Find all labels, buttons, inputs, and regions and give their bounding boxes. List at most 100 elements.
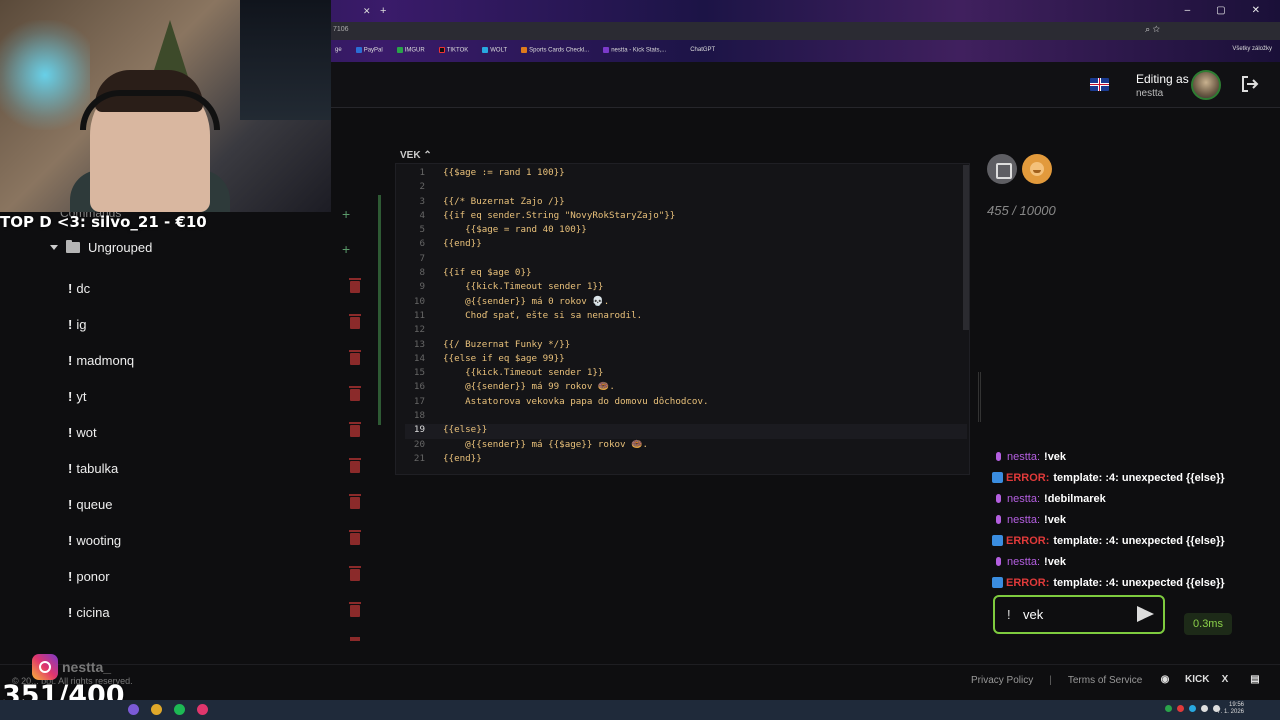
chrome-icon[interactable] bbox=[151, 704, 162, 715]
line-number: 1 bbox=[419, 167, 425, 178]
list-item[interactable]: ! wooting bbox=[68, 522, 368, 558]
editor-tab-label: VEK bbox=[400, 150, 421, 161]
all-bookmarks[interactable]: Všetky záložky bbox=[1232, 46, 1272, 52]
new-tab-icon[interactable]: + bbox=[380, 5, 386, 17]
code-line[interactable]: 8 {{if eq $age 0}} bbox=[405, 267, 967, 281]
folder-icon bbox=[66, 240, 80, 253]
add-to-group-icon[interactable]: + bbox=[342, 241, 350, 257]
command-name: dc bbox=[76, 280, 91, 296]
list-item[interactable]: ! yt bbox=[68, 378, 368, 414]
code-line[interactable]: 10 @{{sender}} má 0 rokov 💀. bbox=[405, 296, 967, 310]
code-line[interactable]: 15 {{kick.Timeout sender 1}} bbox=[405, 367, 967, 381]
code-line[interactable]: 18 bbox=[405, 410, 967, 424]
trash-icon[interactable] bbox=[349, 350, 361, 365]
bookmark[interactable]: WOLT bbox=[482, 46, 507, 53]
trash-icon[interactable] bbox=[349, 602, 361, 617]
code-line[interactable]: 14 {{else if eq $age 99}} bbox=[405, 353, 967, 367]
message-author[interactable]: nestta: bbox=[1007, 451, 1040, 463]
line-number: 12 bbox=[413, 324, 425, 336]
bookmark[interactable]: Sports Cards Checkl... bbox=[521, 46, 589, 53]
bookmark[interactable]: ge bbox=[335, 47, 342, 53]
list-item[interactable]: ! dc bbox=[68, 270, 368, 306]
tray-icon[interactable] bbox=[1177, 705, 1184, 712]
trash-icon[interactable] bbox=[349, 278, 361, 293]
kick-icon[interactable]: KICK bbox=[1185, 672, 1209, 688]
docs-icon[interactable]: ▤ bbox=[1245, 672, 1265, 688]
maximize-icon[interactable]: ▢ bbox=[1216, 5, 1225, 16]
code-line[interactable]: 16 @{{sender}} má 99 rokov 🍩. bbox=[405, 381, 967, 395]
bookmark[interactable]: IMGUR bbox=[396, 46, 425, 53]
privacy-link[interactable]: Privacy Policy bbox=[971, 675, 1033, 686]
address-bar[interactable] bbox=[331, 22, 1280, 40]
code-line[interactable]: 5 {{$age = rand 40 100}} bbox=[405, 224, 967, 238]
trash-icon[interactable] bbox=[349, 494, 361, 509]
emoji-button[interactable] bbox=[1022, 154, 1052, 184]
code-lines[interactable]: 1 {{$age := rand 1 100}} 2 3 {{/* Buzernat Z… bbox=[405, 167, 967, 467]
editor-scrollbar[interactable] bbox=[963, 165, 969, 330]
code-line[interactable]: 20 @{{sender}} má {{$age}} rokov 🍩. bbox=[405, 439, 967, 453]
panel-splitter[interactable] bbox=[978, 372, 981, 422]
save-button[interactable] bbox=[987, 154, 1017, 184]
list-item[interactable]: ! ponor bbox=[68, 558, 368, 594]
add-command-icon[interactable]: + bbox=[342, 206, 350, 222]
discord-icon[interactable]: ◉ bbox=[1155, 672, 1175, 688]
wolt-icon bbox=[482, 46, 489, 53]
code-line[interactable]: 13 {{/ Buzernat Funky */}} bbox=[405, 339, 967, 353]
terms-link[interactable]: Terms of Service bbox=[1068, 675, 1142, 686]
chevron-up-icon[interactable]: ⌃ bbox=[423, 150, 431, 161]
trash-icon[interactable] bbox=[349, 386, 361, 401]
list-item[interactable]: ! madmonq bbox=[68, 342, 368, 378]
code-line[interactable]: 2 bbox=[405, 181, 967, 195]
chat-message: ERROR: template: :4: unexpected {{else}} bbox=[992, 530, 1272, 551]
group-header[interactable]: Ungrouped bbox=[50, 240, 152, 255]
code-line[interactable]: 3 {{/* Buzernat Zajo /}} bbox=[405, 196, 967, 210]
code-line[interactable]: 12 bbox=[405, 324, 967, 338]
list-item[interactable]: ! ig bbox=[68, 306, 368, 342]
list-item[interactable]: ! cicina bbox=[68, 594, 368, 630]
trash-icon[interactable] bbox=[349, 566, 361, 581]
list-item[interactable]: ! wot bbox=[68, 414, 368, 450]
code-line[interactable]: 19 {{else}} bbox=[405, 424, 967, 439]
bookmark[interactable]: TIKTOK bbox=[438, 46, 468, 53]
code-line[interactable]: 9 {{kick.Timeout sender 1}} bbox=[405, 281, 967, 295]
trash-icon[interactable] bbox=[349, 530, 361, 545]
code-line[interactable]: 7 bbox=[405, 253, 967, 267]
list-item[interactable]: ! queue bbox=[68, 486, 368, 522]
x-icon[interactable]: X bbox=[1215, 672, 1235, 688]
trash-icon[interactable] bbox=[349, 314, 361, 329]
app-icon[interactable] bbox=[128, 704, 139, 715]
message-author[interactable]: nestta: bbox=[1007, 514, 1040, 526]
editor-tab[interactable]: VEK ⌃ bbox=[400, 150, 470, 164]
bookmark[interactable]: nestta - Kick Stats,... bbox=[603, 46, 666, 53]
address-bar-icons[interactable]: ⌕ ☆ bbox=[1145, 24, 1160, 35]
message-author[interactable]: nestta: bbox=[1007, 493, 1040, 505]
trash-icon[interactable] bbox=[349, 458, 361, 473]
tray-icon[interactable] bbox=[1189, 705, 1196, 712]
code-line[interactable]: 6 {{end}} bbox=[405, 238, 967, 252]
bookmark[interactable]: ChatGPT bbox=[690, 47, 715, 53]
code-line[interactable]: 21 {{end}} bbox=[405, 453, 967, 467]
trash-icon[interactable] bbox=[349, 422, 361, 437]
code-line[interactable]: 1 {{$age := rand 1 100}} bbox=[405, 167, 967, 181]
bookmark[interactable]: PayPal bbox=[355, 46, 383, 53]
code-line[interactable]: 11 Choď spať, ešte si sa nenarodil. bbox=[405, 310, 967, 324]
close-window-icon[interactable]: ✕ bbox=[1252, 5, 1260, 16]
uk-flag-icon[interactable] bbox=[1090, 78, 1109, 91]
clock[interactable]: 19:56 7. 1. 2026 bbox=[1217, 702, 1244, 716]
avatar[interactable] bbox=[1191, 70, 1221, 100]
code-line[interactable]: 17 Astatorova vekovka papa do domovu dôc… bbox=[405, 396, 967, 410]
message-author[interactable]: nestta: bbox=[1007, 556, 1040, 568]
kick-stats-icon bbox=[603, 46, 610, 53]
logout-icon[interactable] bbox=[1240, 74, 1260, 94]
send-icon[interactable] bbox=[1137, 606, 1154, 622]
list-item[interactable]: ! tabulka bbox=[68, 450, 368, 486]
input-value[interactable]: vek bbox=[1023, 607, 1043, 622]
spotify-icon[interactable] bbox=[174, 704, 185, 715]
minimize-icon[interactable]: – bbox=[1185, 5, 1191, 16]
app-icon[interactable] bbox=[197, 704, 208, 715]
code-text: @{{sender}} má {{$age}} rokov 🍩. bbox=[443, 438, 649, 450]
tray-icon[interactable] bbox=[1201, 705, 1208, 712]
code-line[interactable]: 4 {{if eq sender.String "NovyRokStaryZajo… bbox=[405, 210, 967, 224]
tray-icon[interactable] bbox=[1165, 705, 1172, 712]
tab-close-icon[interactable]: ✕ bbox=[363, 6, 371, 17]
